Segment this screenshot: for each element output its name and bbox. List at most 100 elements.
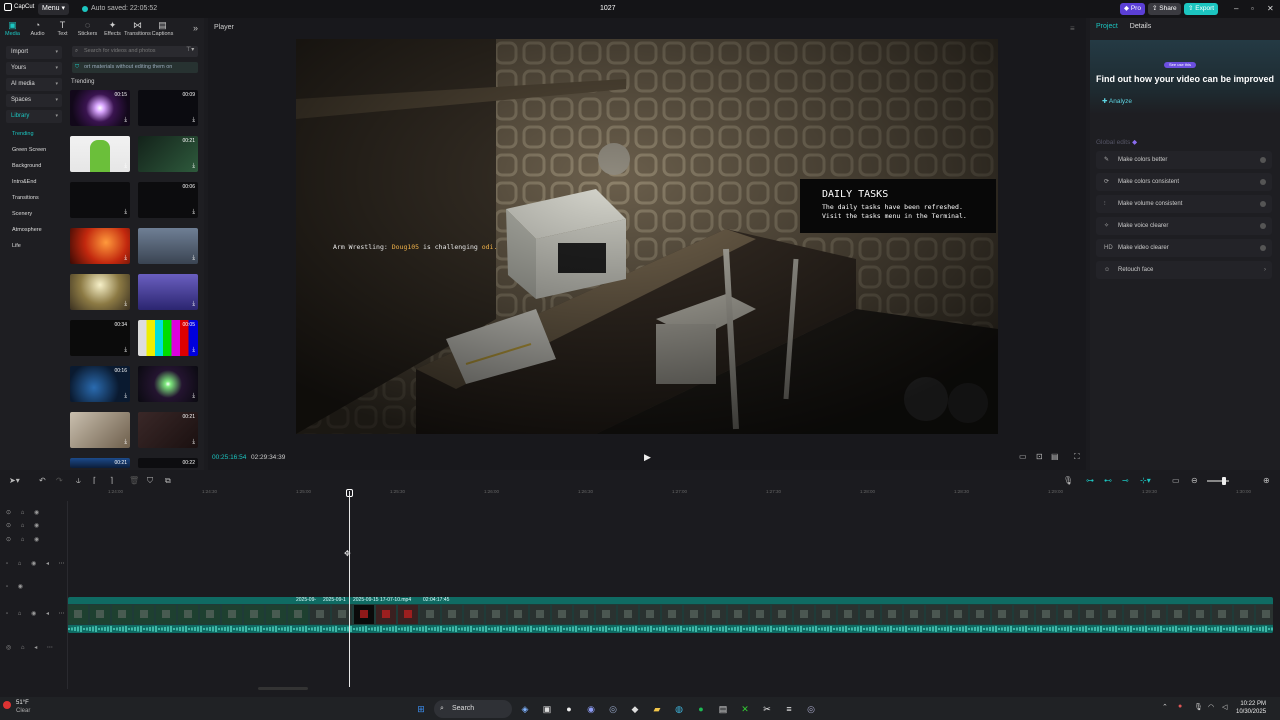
tray-chevron-icon[interactable]: ⌃ xyxy=(1162,703,1168,711)
download-icon[interactable]: ⤓ xyxy=(124,255,127,262)
option-retouch-face[interactable]: ☺ Retouch face › xyxy=(1096,261,1272,279)
analyze-button[interactable]: ✚ Analyze xyxy=(1102,97,1132,105)
crop-icon[interactable]: ⧉ xyxy=(165,476,171,486)
media-thumb[interactable]: ⤓ xyxy=(138,274,198,310)
folder-icon[interactable]: ▰ xyxy=(648,700,666,718)
media-thumb[interactable]: 00:09 ⤓ xyxy=(138,90,198,126)
menu-button[interactable]: Menu ▾ xyxy=(38,3,69,15)
tool-text[interactable]: T Text xyxy=(50,18,75,42)
sidebar-category-trending[interactable]: Trending xyxy=(6,126,62,142)
sidebar-select-spaces[interactable]: Spaces ▾ xyxy=(6,94,62,107)
media-thumb[interactable]: 00:06 ⤓ xyxy=(138,182,198,218)
media-thumb[interactable]: ⤓ xyxy=(70,228,130,264)
undo-icon[interactable]: ↶ xyxy=(39,476,46,485)
media-thumb[interactable]: ⤓ xyxy=(70,412,130,448)
tool-transitions[interactable]: ⋈ Transitions xyxy=(124,18,151,42)
close-icon[interactable]: ✕ xyxy=(1267,3,1274,15)
steam-icon[interactable]: ◎ xyxy=(604,700,622,718)
taskbar-search[interactable]: ⌕ Search xyxy=(434,700,512,718)
pro-button[interactable]: ◆ Pro xyxy=(1120,3,1145,15)
volume-icon[interactable]: ◁ xyxy=(1222,703,1227,711)
copilot-icon[interactable]: ◈ xyxy=(516,700,534,718)
weather-widget[interactable]: 51°F Clear xyxy=(16,699,30,715)
media-thumb[interactable]: 00:22 xyxy=(138,458,198,468)
option-make-colors-consistent[interactable]: ⟳ Make colors consistent xyxy=(1096,173,1272,191)
track-controls-5[interactable]: ▫ ◉ xyxy=(6,583,27,590)
sidebar-category-transitions[interactable]: Transitions xyxy=(6,190,62,206)
wifi-icon[interactable]: ◠ xyxy=(1208,703,1214,711)
tab-details[interactable]: Details xyxy=(1130,23,1151,30)
video-frame[interactable]: DAILY TASKS The daily tasks have been re… xyxy=(296,39,998,434)
toggle-icon[interactable] xyxy=(1260,201,1266,207)
media-thumb[interactable]: 00:21 ⤓ xyxy=(138,136,198,172)
sidebar-category-atmosphere[interactable]: Atmosphere xyxy=(6,222,62,238)
download-icon[interactable]: ⤓ xyxy=(192,301,195,308)
redo-icon[interactable]: ↷ xyxy=(56,476,63,485)
audio-track-controls[interactable]: ◎ ⌂ ◂ ⋯ xyxy=(6,644,57,651)
track-controls-4[interactable]: ▫ ⌂ ◉ ◂ ⋯ xyxy=(6,560,69,567)
media-thumb[interactable]: ⤓ xyxy=(70,136,130,172)
delete-icon[interactable]: 🗑 xyxy=(129,476,139,485)
media-thumb[interactable]: 00:34 ⤓ xyxy=(70,320,130,356)
sidebar-category-background[interactable]: Background xyxy=(6,158,62,174)
fit-icon[interactable]: ⊡ xyxy=(1036,452,1043,461)
toggle-icon[interactable] xyxy=(1260,223,1266,229)
playhead[interactable] xyxy=(349,491,350,687)
mic-icon[interactable]: 🎙 xyxy=(1063,476,1073,485)
media-thumb[interactable]: ⤓ xyxy=(70,274,130,310)
download-icon[interactable]: ⤓ xyxy=(124,393,127,400)
spotify-icon[interactable]: ● xyxy=(692,700,710,718)
main-track-controls[interactable]: ▫ ⌂ ◉ ◂ ⋯ xyxy=(6,610,69,617)
media-thumb[interactable]: 00:15 ⤓ xyxy=(70,90,130,126)
sidebar-select-ai-media[interactable]: AI media ▾ xyxy=(6,78,62,91)
magnet-icon[interactable]: ⊷ xyxy=(1104,476,1112,485)
option-make-voice-clearer[interactable]: ✧ Make voice clearer xyxy=(1096,217,1272,235)
download-icon[interactable]: ⤓ xyxy=(192,209,195,216)
terminal-icon[interactable]: ▤ xyxy=(714,700,732,718)
download-icon[interactable]: ⤓ xyxy=(124,347,127,354)
tray-app-icon[interactable]: ● xyxy=(1178,703,1182,710)
media-thumb[interactable]: 00:21 ⤓ xyxy=(138,412,198,448)
clock[interactable]: 10:22 PM 10/30/2025 xyxy=(1236,700,1266,716)
maximize-icon[interactable]: ▫ xyxy=(1251,3,1254,15)
minimize-icon[interactable]: – xyxy=(1234,3,1238,15)
epic-icon[interactable]: ◆ xyxy=(626,700,644,718)
ratio-icon[interactable]: ▤ xyxy=(1051,452,1059,461)
media-thumb[interactable]: ⤓ xyxy=(138,366,198,402)
download-icon[interactable]: ⤓ xyxy=(192,439,195,446)
snap-icon[interactable]: ⊸ xyxy=(1122,476,1129,485)
download-icon[interactable]: ⤓ xyxy=(124,163,127,170)
download-icon[interactable]: ⤓ xyxy=(124,301,127,308)
tool-stickers[interactable]: ◌ Stickers xyxy=(75,18,100,42)
trim-left-icon[interactable]: ⌈ xyxy=(93,476,96,485)
sidebar-category-intro-end[interactable]: Intro&End xyxy=(6,174,62,190)
export-button[interactable]: ⇧ Export xyxy=(1184,3,1219,15)
toggle-icon[interactable] xyxy=(1260,245,1266,251)
xbox-icon[interactable]: ✕ xyxy=(736,700,754,718)
sidebar-select-library[interactable]: Library ▾ xyxy=(6,110,62,123)
tool-media[interactable]: ▣ Media xyxy=(0,18,25,42)
download-icon[interactable]: ⤓ xyxy=(192,117,195,124)
zoom-out-icon[interactable]: ⊖ xyxy=(1191,476,1198,485)
download-icon[interactable]: ⤓ xyxy=(192,393,195,400)
download-icon[interactable]: ⤓ xyxy=(124,117,127,124)
track-controls-1[interactable]: ⊙ ⌂ ◉ xyxy=(6,509,43,516)
filter-icon[interactable]: ⊤▾ xyxy=(186,46,194,53)
download-icon[interactable]: ⤓ xyxy=(124,439,127,446)
media-thumb[interactable]: 00:16 ⤓ xyxy=(70,366,130,402)
taskview-icon[interactable]: ▣ xyxy=(538,700,556,718)
timeline-ruler[interactable]: 1:24:00 1:24:30 1:25:00 1:25:30 1:26:00 1:26:… xyxy=(68,489,1274,499)
sidebar-category-life[interactable]: Life xyxy=(6,238,62,254)
play-icon[interactable]: ▶ xyxy=(644,452,651,463)
split-icon[interactable]: ⫝ xyxy=(76,476,81,486)
toggle-icon[interactable] xyxy=(1260,179,1266,185)
link-icon[interactable]: ⊶ xyxy=(1086,476,1094,485)
tab-project[interactable]: Project xyxy=(1096,23,1118,30)
tool-effects[interactable]: ✦ Effects xyxy=(100,18,125,42)
windows-start-icon[interactable]: ⊞ xyxy=(412,700,430,718)
player-menu-icon[interactable]: ≡ xyxy=(1070,24,1075,33)
download-icon[interactable]: ⤓ xyxy=(192,347,195,354)
sidebar-category-green-screen[interactable]: Green Screen xyxy=(6,142,62,158)
timeline-scrollbar[interactable] xyxy=(258,687,308,690)
marker-icon[interactable]: ⛉ xyxy=(147,476,153,486)
